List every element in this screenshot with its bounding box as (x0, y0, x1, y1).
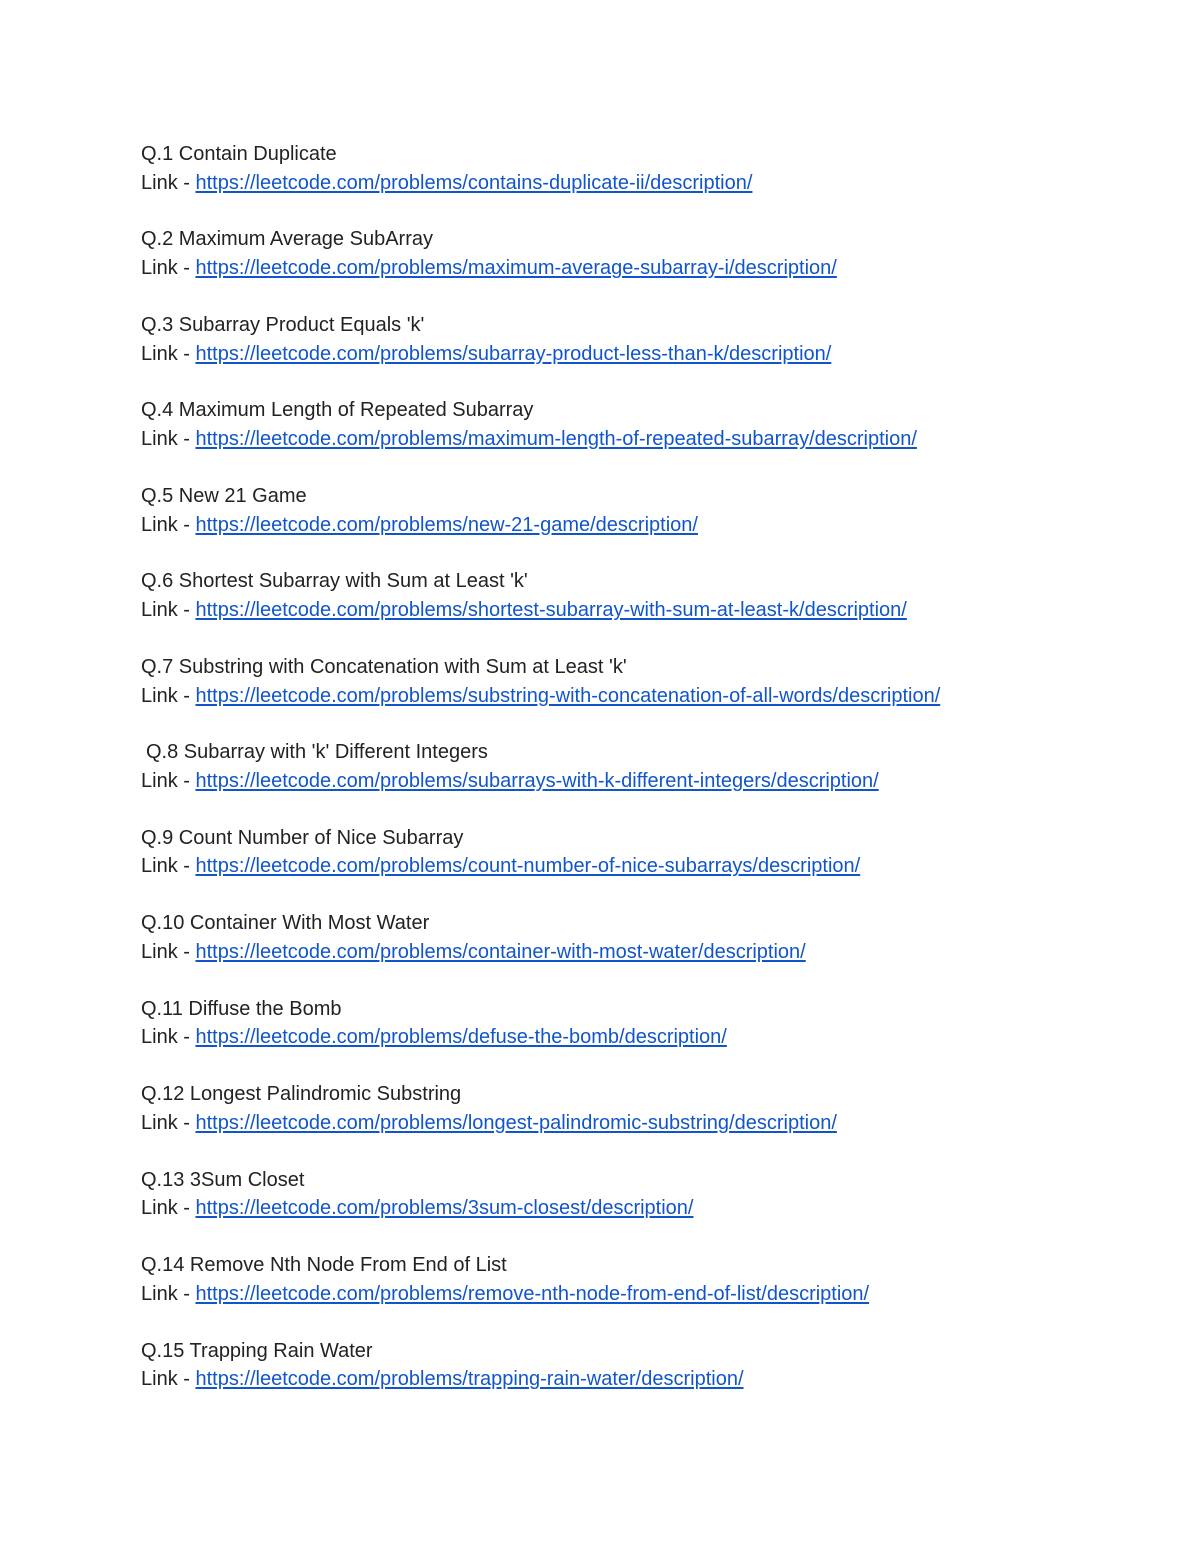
question-entry-14: Q.14 Remove Nth Node From End of List Li… (141, 1251, 1141, 1308)
question-title: Q.5 New 21 Game (141, 484, 307, 507)
link-label: Link - (141, 171, 196, 194)
link-label: Link - (141, 855, 196, 878)
question-title: Q.3 Subarray Product Equals 'k' (141, 313, 425, 336)
link-line: Link - https://leetcode.com/problems/cou… (141, 852, 1141, 881)
link-label: Link - (141, 1197, 196, 1220)
link-line: Link - https://leetcode.com/problems/sub… (141, 767, 1141, 796)
question-entry-2: Q.2 Maximum Average SubArray Link - http… (141, 225, 1141, 282)
question-title: Q.13 3Sum Closet (141, 1168, 305, 1191)
question-title: Q.4 Maximum Length of Repeated Subarray (141, 399, 534, 422)
question-entry-8: Q.8 Subarray with 'k' Different Integers… (141, 738, 1141, 795)
question-link[interactable]: https://leetcode.com/problems/substring-… (195, 685, 940, 707)
question-link[interactable]: https://leetcode.com/problems/maximum-le… (195, 428, 916, 450)
link-line: Link - https://leetcode.com/problems/new… (141, 511, 1141, 540)
link-line: Link - https://leetcode.com/problems/rem… (141, 1280, 1141, 1309)
link-line: Link - https://leetcode.com/problems/sho… (141, 596, 1141, 625)
question-title: Q.8 Subarray with 'k' Different Integers (146, 741, 488, 764)
question-entry-13: Q.13 3Sum Closet Link - https://leetcode… (141, 1166, 1141, 1223)
question-link[interactable]: https://leetcode.com/problems/remove-nth… (195, 1283, 869, 1305)
link-line: Link - https://leetcode.com/problems/tra… (141, 1365, 1141, 1394)
question-link[interactable]: https://leetcode.com/problems/subarray-p… (195, 343, 831, 365)
question-link[interactable]: https://leetcode.com/problems/subarrays-… (195, 770, 878, 792)
link-line: Link - https://leetcode.com/problems/sub… (141, 340, 1141, 369)
question-link[interactable]: https://leetcode.com/problems/longest-pa… (195, 1112, 836, 1134)
link-label: Link - (141, 1026, 196, 1049)
question-link[interactable]: https://leetcode.com/problems/count-numb… (195, 855, 860, 877)
question-entry-10: Q.10 Container With Most Water Link - ht… (141, 909, 1141, 966)
question-entry-4: Q.4 Maximum Length of Repeated Subarray … (141, 396, 1141, 453)
document-page: Q.1 Contain Duplicate Link - https://lee… (141, 140, 1141, 1422)
link-line: Link - https://leetcode.com/problems/lon… (141, 1109, 1141, 1138)
question-entry-15: Q.15 Trapping Rain Water Link - https://… (141, 1337, 1141, 1394)
question-title: Q.2 Maximum Average SubArray (141, 228, 433, 251)
question-entry-5: Q.5 New 21 Game Link - https://leetcode.… (141, 482, 1141, 539)
link-line: Link - https://leetcode.com/problems/3su… (141, 1194, 1141, 1223)
question-title: Q.6 Shortest Subarray with Sum at Least … (141, 570, 528, 593)
question-title: Q.14 Remove Nth Node From End of List (141, 1254, 507, 1277)
question-link[interactable]: https://leetcode.com/problems/defuse-the… (195, 1026, 726, 1048)
question-link[interactable]: https://leetcode.com/problems/contains-d… (195, 172, 752, 194)
question-entry-1: Q.1 Contain Duplicate Link - https://lee… (141, 140, 1141, 197)
question-link[interactable]: https://leetcode.com/problems/3sum-close… (195, 1197, 693, 1219)
question-entry-11: Q.11 Diffuse the Bomb Link - https://lee… (141, 995, 1141, 1052)
question-link[interactable]: https://leetcode.com/problems/new-21-gam… (195, 514, 697, 536)
question-entry-12: Q.12 Longest Palindromic Substring Link … (141, 1080, 1141, 1137)
question-title: Q.15 Trapping Rain Water (141, 1339, 373, 1362)
link-line: Link - https://leetcode.com/problems/max… (141, 425, 1141, 454)
question-title: Q.1 Contain Duplicate (141, 143, 337, 165)
link-label: Link - (141, 1368, 196, 1391)
question-title: Q.9 Count Number of Nice Subarray (141, 826, 464, 849)
question-title: Q.12 Longest Palindromic Substring (141, 1083, 462, 1106)
question-link[interactable]: https://leetcode.com/problems/shortest-s… (195, 599, 906, 621)
link-label: Link - (141, 684, 196, 707)
question-link[interactable]: https://leetcode.com/problems/container-… (195, 941, 805, 963)
link-line: Link - https://leetcode.com/problems/max… (141, 254, 1141, 283)
question-entry-9: Q.9 Count Number of Nice Subarray Link -… (141, 824, 1141, 881)
question-link[interactable]: https://leetcode.com/problems/trapping-r… (195, 1368, 743, 1390)
question-title: Q.11 Diffuse the Bomb (141, 997, 342, 1020)
link-label: Link - (141, 428, 196, 451)
link-label: Link - (141, 342, 196, 365)
question-entry-6: Q.6 Shortest Subarray with Sum at Least … (141, 567, 1141, 624)
link-line: Link - https://leetcode.com/problems/sub… (141, 682, 1141, 711)
link-label: Link - (141, 1282, 196, 1305)
link-line: Link - https://leetcode.com/problems/con… (141, 169, 1141, 198)
question-entry-3: Q.3 Subarray Product Equals 'k' Link - h… (141, 311, 1141, 368)
link-label: Link - (141, 599, 196, 622)
link-label: Link - (141, 769, 196, 792)
link-line: Link - https://leetcode.com/problems/def… (141, 1023, 1141, 1052)
link-label: Link - (141, 513, 196, 536)
question-title: Q.10 Container With Most Water (141, 912, 430, 935)
question-entry-7: Q.7 Substring with Concatenation with Su… (141, 653, 1141, 710)
link-label: Link - (141, 940, 196, 963)
link-label: Link - (141, 257, 196, 280)
link-line: Link - https://leetcode.com/problems/con… (141, 938, 1141, 967)
link-label: Link - (141, 1111, 196, 1134)
question-link[interactable]: https://leetcode.com/problems/maximum-av… (195, 257, 836, 279)
question-title: Q.7 Substring with Concatenation with Su… (141, 655, 627, 678)
